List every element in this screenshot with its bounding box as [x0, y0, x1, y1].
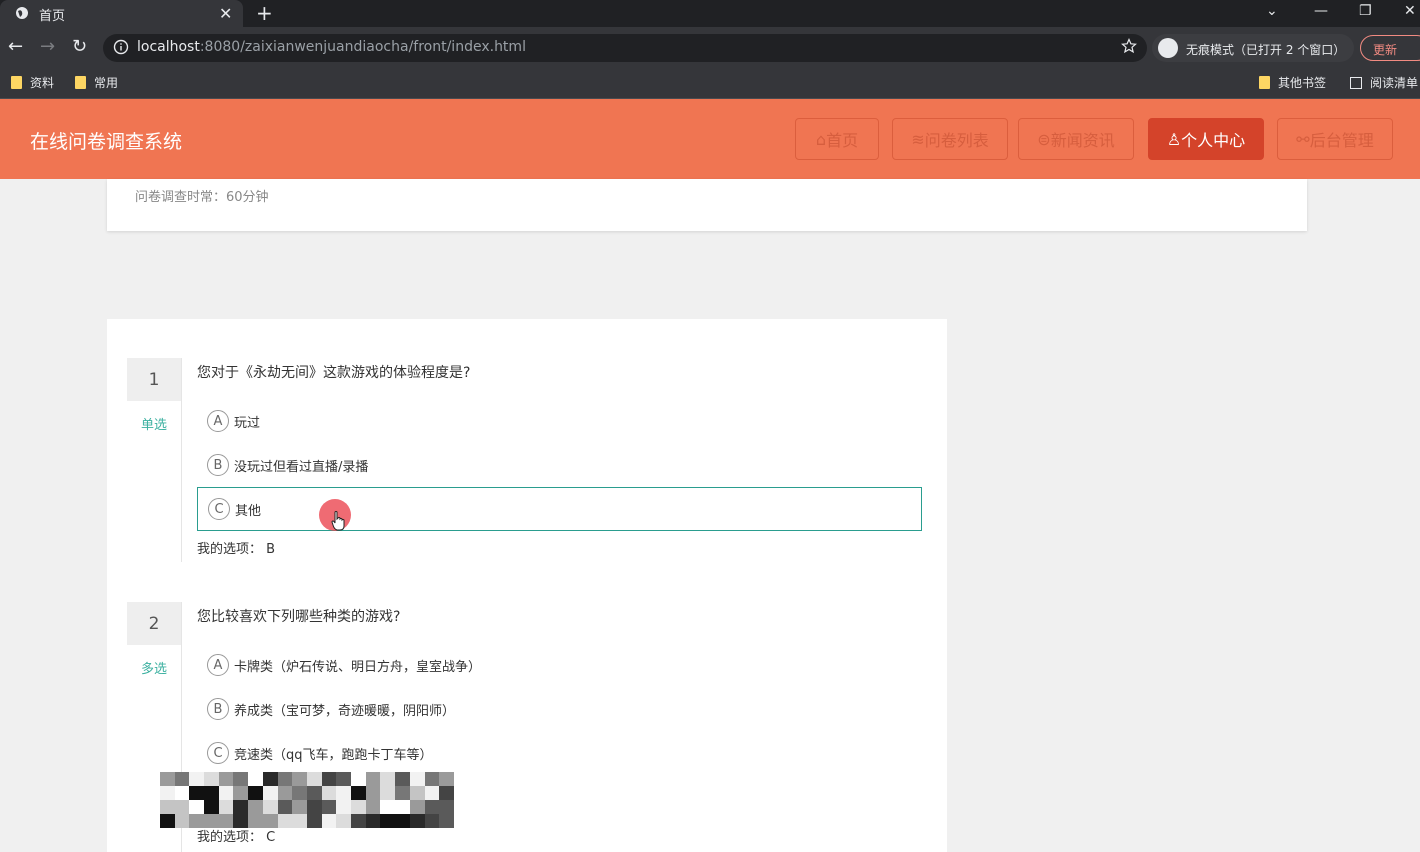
- reload-button[interactable]: ↻: [72, 36, 87, 57]
- update-button[interactable]: 更新: [1360, 35, 1420, 61]
- option-c[interactable]: C 其他: [197, 487, 922, 531]
- my-choice: 我的选项： C: [197, 830, 276, 845]
- site-title: 在线问卷调查系统: [30, 131, 183, 153]
- address-bar[interactable]: localhost:8080/zaixianwenjuandiaocha/fro…: [103, 34, 1147, 62]
- browser-tab[interactable]: 首页 ✕: [0, 0, 243, 27]
- info-icon[interactable]: [113, 39, 129, 55]
- new-tab-button[interactable]: +: [256, 1, 273, 25]
- browser-tab-bar: 首页 ✕ + ⌄ — ❐ ✕: [0, 0, 1420, 27]
- close-icon[interactable]: ✕: [219, 4, 232, 23]
- question-text: 您比较喜欢下列哪些种类的游戏?: [197, 609, 401, 625]
- nav-news[interactable]: ⊜ 新闻资讯: [1018, 118, 1134, 160]
- nav-admin[interactable]: ⚯ 后台管理: [1277, 118, 1393, 160]
- back-button[interactable]: ←: [8, 36, 23, 57]
- incognito-icon: [1158, 38, 1178, 58]
- hand-cursor-icon: [331, 511, 345, 531]
- link-icon: ⚯: [1296, 129, 1310, 149]
- reading-list[interactable]: 阅读清单: [1350, 74, 1418, 91]
- bookmark-folder[interactable]: 资料: [11, 74, 54, 91]
- tab-title: 首页: [39, 9, 66, 24]
- forward-button[interactable]: →: [40, 36, 55, 57]
- question-number: 1: [127, 358, 181, 401]
- other-bookmarks[interactable]: 其他书签: [1259, 74, 1326, 91]
- survey-duration: 问卷调查时常：60分钟: [135, 190, 269, 205]
- site-header: 在线问卷调查系统 ⌂ 首页 ≋ 问卷列表 ⊜ 新闻资讯 ♙ 个人中心 ⚯ 后台管理: [0, 99, 1420, 179]
- user-icon: ♙: [1166, 129, 1182, 149]
- my-choice: 我的选项： B: [197, 542, 276, 557]
- folder-icon: [1259, 76, 1270, 89]
- folder-icon: [11, 76, 22, 89]
- nav-personal-center[interactable]: ♙ 个人中心: [1148, 118, 1264, 160]
- layers-icon: ≋: [911, 129, 925, 149]
- window-close-button[interactable]: ✕: [1404, 3, 1416, 19]
- option-b[interactable]: B 养成类（宝可梦，奇迹暖暖，阴阳师）: [197, 687, 922, 731]
- incognito-indicator[interactable]: 无痕模式（已打开 2 个窗口）: [1152, 34, 1354, 62]
- bookmark-folder[interactable]: 常用: [75, 74, 118, 91]
- star-icon[interactable]: [1121, 38, 1137, 54]
- question-type: 多选: [140, 662, 167, 677]
- news-icon: ⊜: [1037, 129, 1051, 149]
- reading-list-icon: [1350, 76, 1362, 89]
- option-a[interactable]: A 玩过: [197, 399, 922, 443]
- option-a[interactable]: A 卡牌类（炉石传说、明日方舟，皇室战争）: [197, 643, 922, 687]
- survey-info-card: 问卷调查时常：60分钟: [107, 179, 1307, 231]
- restore-button[interactable]: ❐: [1359, 3, 1372, 19]
- bookmarks-bar: 资料 常用 其他书签 阅读清单: [0, 68, 1420, 99]
- nav-survey-list[interactable]: ≋ 问卷列表: [892, 118, 1008, 160]
- redacted-area: [160, 772, 454, 828]
- divider: [181, 358, 182, 562]
- question-text: 您对于《永劫无间》这款游戏的体验程度是?: [197, 365, 471, 381]
- minimize-button[interactable]: —: [1314, 3, 1328, 19]
- question-number: 2: [127, 602, 181, 645]
- home-icon: ⌂: [815, 129, 827, 149]
- globe-icon: [16, 7, 28, 19]
- option-c[interactable]: C 竞速类（qq飞车，跑跑卡丁车等）: [197, 731, 922, 775]
- url-text: localhost:8080/zaixianwenjuandiaocha/fro…: [137, 39, 526, 55]
- option-b[interactable]: B 没玩过但看过直播/录播: [197, 443, 922, 487]
- question-type: 单选: [140, 418, 167, 433]
- folder-icon: [75, 76, 86, 89]
- chevron-down-icon[interactable]: ⌄: [1266, 3, 1278, 19]
- nav-home[interactable]: ⌂ 首页: [795, 118, 879, 160]
